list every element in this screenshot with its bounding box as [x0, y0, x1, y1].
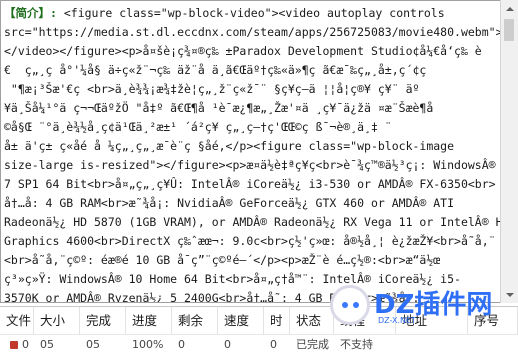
description-line-text: src="https://media.st.dl.eccdnx.com/stea… — [4, 25, 500, 39]
description-line-text: å†…å­: 4 GB RAM<br>æ˜¾å¡: NvidiaÂ® GeFor… — [4, 196, 455, 210]
table-cell-address — [396, 335, 468, 355]
task-list-header: 文件 大小 完成 进度 剩余 速度时状态 线程 地址 序号 — [0, 307, 518, 335]
arrow-down-icon — [505, 292, 514, 297]
description-lines: 【简介】: <figure class="wp-block-video"><vi… — [4, 4, 500, 303]
description-line: "¶æ¡³Šæ'€ç <br>ä¸è¾¾¡æ¾‡žè¦ç„¸ž¨ç«ž¯¨ §ç… — [4, 80, 500, 99]
column-header-size[interactable]: 大小 — [34, 307, 80, 334]
description-line: Graphics 4600<br>DirectX ç‰ˆæœ¬: 9.0c<br… — [4, 232, 500, 251]
description-line-text: 7 SP1 64 Bit<br>å¤„ç„¸ç¥Û: IntelÂ® iCore… — [4, 177, 496, 191]
description-line-text: ©å§Œ ¨°ä¸è¾½å­¸ç­¢ä¹Œä¸²æ±¹ ´á²ç¥ ç„¸ç—†… — [4, 120, 392, 134]
table-cell-text: 0 — [22, 338, 29, 351]
table-row[interactable]: 0 05 05 100% 0 0 0 已完成 不支持 — [0, 335, 518, 355]
column-header-address[interactable]: 地址 — [396, 307, 468, 334]
description-line: 3570K or AMDÂ® Ryzenä½¿ 5 2400G<br>å†…å­… — [4, 289, 500, 303]
description-line-text: ¥ä¸Šå¼¹°ä ­ç¬¬ŒäºžÖ "å‡º ã€Œ¶å ¹è¯æ¿¶æ„¸… — [4, 101, 441, 115]
description-text-pane[interactable]: 【简介】: <figure class="wp-block-video"><vi… — [0, 0, 500, 303]
table-cell-size: 05 — [40, 338, 54, 351]
description-line-text: ç³»ç»Ÿ: WindowsÂ® 10 Home 64 Bit<br>å¤„ç… — [4, 272, 461, 286]
table-cell-status: 已完成 — [296, 338, 329, 351]
description-label: 【简介】: — [4, 6, 57, 20]
description-line-text: Radeonä½¿ HD 5870 (1GB VRAM), or AMDÂ® R… — [4, 215, 500, 229]
table-cell-time: 0 — [270, 338, 277, 351]
description-line: å± ä'ç± ç«åé å ¼ç„¸ç„¸æ¯è¨ç §åé,</p><fig… — [4, 137, 500, 156]
column-header-time[interactable]: 时 — [264, 307, 290, 334]
column-header-file[interactable]: 文件 — [0, 307, 34, 334]
description-line: å†…å­: 4 GB RAM<br>æ˜¾å¡: NvidiaÂ® GeFor… — [4, 194, 500, 213]
column-header-progress[interactable]: 进度 — [126, 307, 172, 334]
table-cell-file: 0 — [0, 335, 34, 355]
vertical-scrollbar[interactable] — [500, 0, 518, 303]
description-line: </video></figure><p>å¤šè¡ç¾¤®­ç‰ ±Parado… — [4, 42, 500, 61]
description-line: ¥ä¸Šå¼¹°ä ­ç¬¬ŒäºžÖ "å‡º ã€Œ¶å ¹è¯æ¿¶æ„¸… — [4, 99, 500, 118]
description-line-text: size-large is-resized"></figure><p>æ¤ä½è… — [4, 158, 496, 172]
description-line-text: <figure class="wp-block-video"><video au… — [56, 6, 445, 20]
table-cell-threads: 不支持 — [340, 338, 373, 351]
description-line-text: € ç„¸ç å°'¼å­§ ä÷ç«ž¨¬ç‰ ä­ž¨å ä¸­ã€Œäº†… — [4, 63, 427, 77]
scroll-thumb[interactable] — [504, 19, 514, 41]
description-line-text: 3570K or AMDÂ® Ryzenä½¿ 5 2400G<br>å†…å­… — [4, 291, 420, 303]
description-line-text: </video></figure><p>å¤šè¡ç¾¤®­ç‰ ±Parado… — [4, 44, 482, 58]
description-line: <br>å­˜å‚¨ç©º: éæ®é 10 GB å¯ç”¨ç©ºé—´</p… — [4, 251, 500, 270]
task-list: 文件 大小 完成 进度 剩余 速度时状态 线程 地址 序号 0 05 05 100% 0 0 0 已完成 不支持 — [0, 306, 518, 355]
description-line: ©å§Œ ¨°ä¸è¾½å­¸ç­¢ä¹Œä¸²æ±¹ ´á²ç¥ ç„¸ç—†… — [4, 118, 500, 137]
column-header-index[interactable]: 序号 — [468, 307, 518, 334]
description-line: 7 SP1 64 Bit<br>å¤„ç„¸ç¥Û: IntelÂ® iCore… — [4, 175, 500, 194]
table-cell-remaining: 0 — [178, 338, 185, 351]
column-header-status[interactable]: 状态 — [290, 307, 334, 334]
table-cell-speed: 0 — [224, 338, 231, 351]
column-header-done[interactable]: 完成 — [80, 307, 126, 334]
description-line-text: <br>å­˜å‚¨ç©º: éæ®é 10 GB å¯ç”¨ç©ºé—´</p… — [4, 253, 441, 267]
table-cell-index — [468, 335, 518, 355]
arrow-up-icon — [505, 6, 514, 11]
description-line-text: "¶æ¡³Šæ'€ç <br>ä¸è¾¾¡æ¾‡žè¦ç„¸ž¨ç«ž¯¨ §ç… — [4, 82, 420, 96]
scroll-up-button[interactable] — [501, 0, 518, 17]
description-line: € ç„¸ç å°'¼å­§ ä÷ç«ž¨¬ç‰ ä­ž¨å ä¸­ã€Œäº†… — [4, 61, 500, 80]
download-task-window: 【简介】: <figure class="wp-block-video"><vi… — [0, 0, 518, 355]
description-line-text: Graphics 4600<br>DirectX ç‰ˆæœ¬: 9.0c<br… — [4, 234, 496, 248]
table-cell-done: 05 — [86, 338, 100, 351]
description-line: src="https://media.st.dl.eccdnx.com/stea… — [4, 23, 500, 42]
description-line: Radeonä½¿ HD 5870 (1GB VRAM), or AMDÂ® R… — [4, 213, 500, 232]
description-line: size-large is-resized"></figure><p>æ¤ä½è… — [4, 156, 500, 175]
table-cell-progress: 100% — [132, 338, 164, 351]
column-header-speed[interactable]: 速度 — [218, 307, 264, 334]
task-status-icon — [10, 341, 18, 349]
description-line-text: å± ä'ç± ç«åé å ¼ç„¸ç„¸æ¯è¨ç §åé,</p><fig… — [4, 139, 455, 153]
scroll-down-button[interactable] — [501, 286, 518, 303]
description-line: ç³»ç»Ÿ: WindowsÂ® 10 Home 64 Bit<br>å¤„ç… — [4, 270, 500, 289]
description-line: 【简介】: <figure class="wp-block-video"><vi… — [4, 4, 500, 23]
column-header-remaining[interactable]: 剩余 — [172, 307, 218, 334]
column-header-threads[interactable]: 线程 — [334, 307, 396, 334]
